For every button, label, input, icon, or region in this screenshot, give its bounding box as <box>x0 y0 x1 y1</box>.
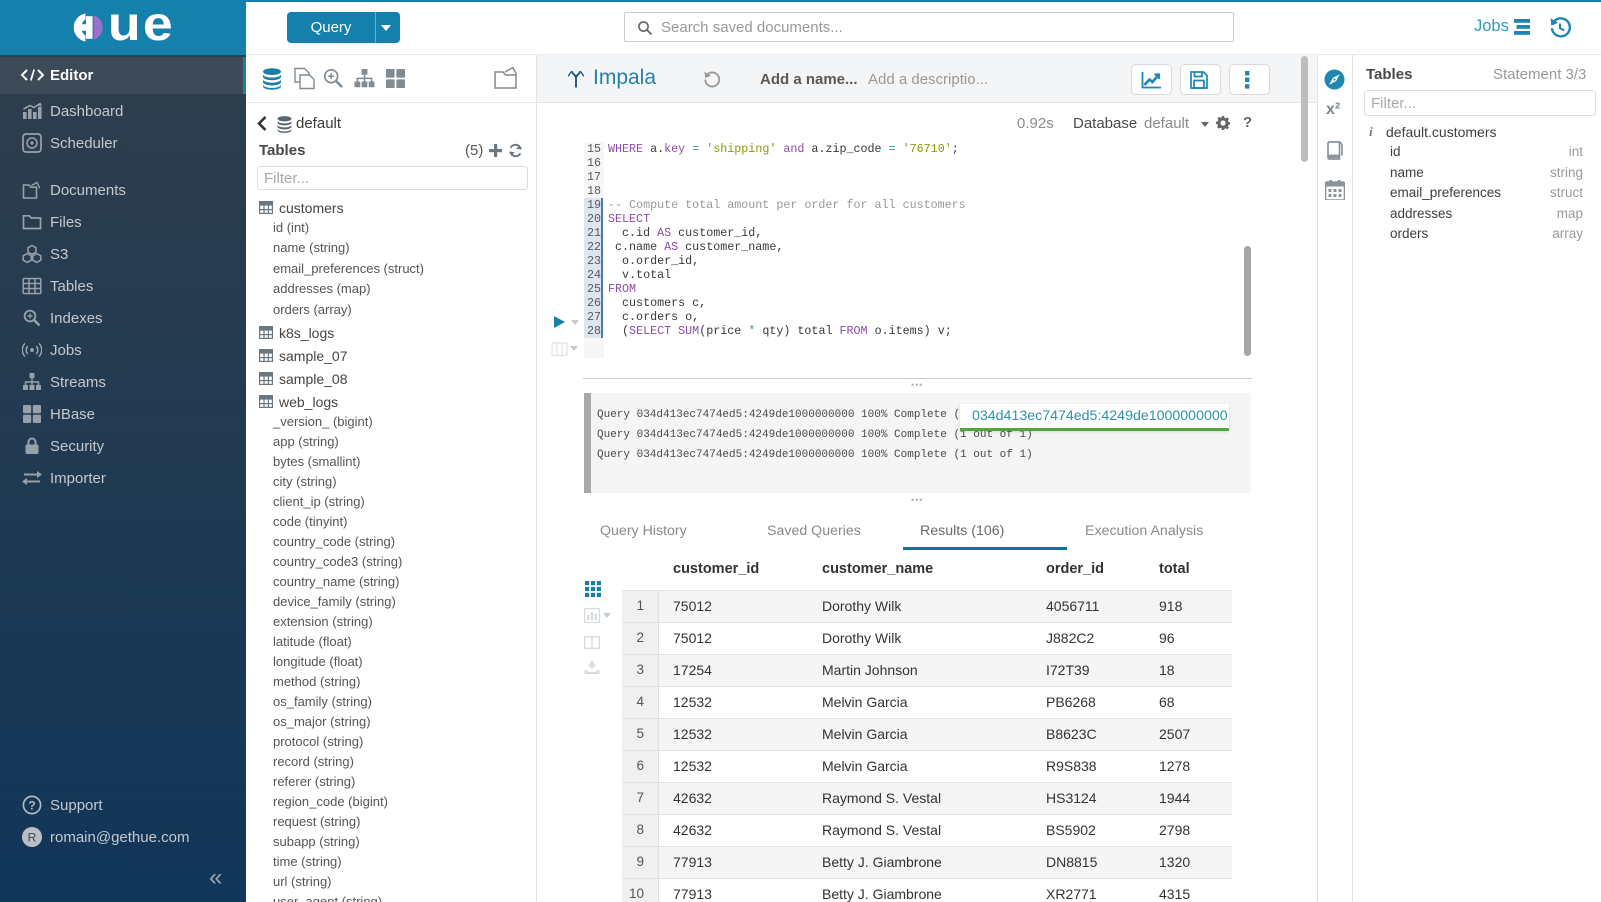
svg-text:ue: ue <box>108 13 173 42</box>
svg-text:R: R <box>28 831 37 845</box>
svg-text:?: ? <box>28 799 35 813</box>
